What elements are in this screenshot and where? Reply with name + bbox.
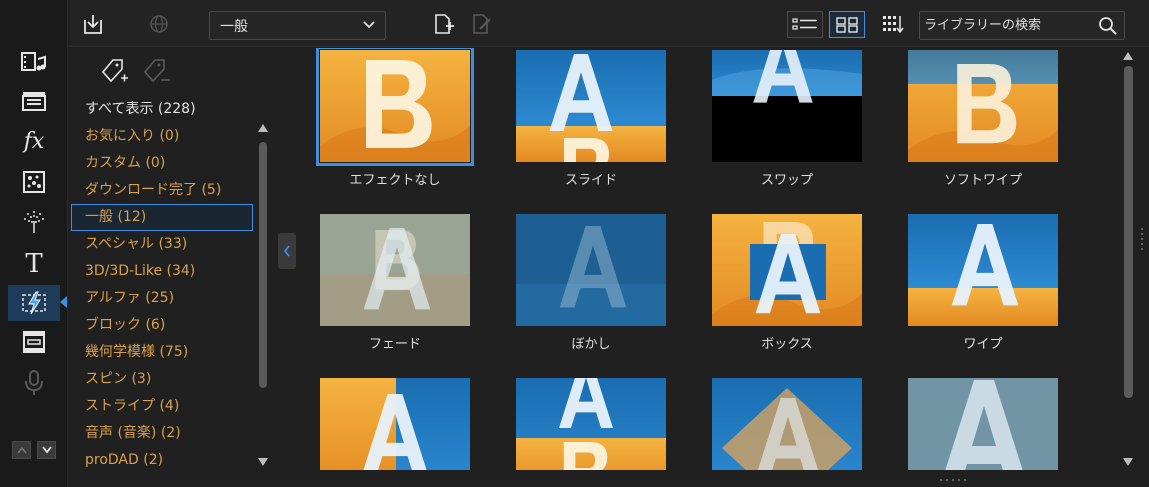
transition-icon[interactable] [8,285,60,321]
transition-label: ボックス [761,337,813,352]
transition-thumbnail [320,378,470,470]
transition-thumbnail [908,214,1058,326]
transition-thumbnail [908,378,1058,470]
scroll-up-arrow-icon[interactable] [258,124,268,132]
category-item[interactable]: 幾何学模様 (75) [71,339,253,366]
clapper-icon[interactable] [9,83,59,119]
remove-tag-icon [141,56,171,90]
title-icon[interactable]: T [9,246,59,282]
transition-thumbnail [316,48,474,166]
transition-tile[interactable] [710,376,864,470]
search-input[interactable] [920,12,1090,39]
firework-icon[interactable] [9,204,59,240]
scroll-up-arrow-icon[interactable] [1123,52,1133,60]
category-item[interactable]: アルファ (25) [71,285,253,312]
search-icon[interactable] [1098,16,1118,36]
transition-label: ソフトワイプ [943,173,1022,188]
category-select-value: 一般 [220,18,248,35]
media-room-icon[interactable] [9,44,59,80]
bottom-resize-handle[interactable] [940,478,966,482]
room-rail: fx T [0,0,68,487]
transition-thumbnail [712,50,862,162]
category-item[interactable]: スペシャル (33) [71,231,253,258]
grid-scroll-thumb[interactable] [1124,66,1133,398]
transition-tile[interactable]: フェード [318,212,472,357]
microphone-icon [9,365,59,401]
category-item[interactable]: ストライプ (4) [71,393,253,420]
transition-tile[interactable]: ソフトワイプ [906,48,1060,193]
category-item[interactable]: 音声 (音楽) (2) [71,420,253,447]
subtitle-icon[interactable] [9,324,59,360]
scroll-down-button[interactable] [37,441,56,459]
fx-icon[interactable]: fx [9,123,59,159]
list-view-icon [792,17,817,30]
category-list: すべて表示 (228) お気に入り (0) カスタム (0) ダウンロード完了 (5)… [71,96,253,474]
transition-label: ワイプ [963,337,1003,352]
category-item[interactable]: スピン (3) [71,366,253,393]
sort-icon[interactable] [881,12,905,36]
transition-label: スライド [564,173,617,188]
transition-label: フェード [368,337,421,352]
category-scroll-thumb[interactable] [259,142,267,388]
category-item[interactable]: 3D/3D-Like (34) [71,258,253,285]
resize-handle[interactable] [1140,228,1144,250]
transition-label: ぼかし [571,337,611,352]
transition-tile[interactable] [906,376,1060,470]
grid-scrollbar[interactable] [1121,48,1135,470]
transition-tile[interactable]: ワイプ [906,212,1060,357]
library-toolbar: 一般 [69,0,1149,47]
collapse-panel-button[interactable] [278,233,296,269]
list-view-button[interactable] [787,11,823,38]
category-item[interactable]: ブロック (6) [71,312,253,339]
scroll-down-arrow-icon[interactable] [1123,458,1133,466]
transition-tile[interactable]: スライド [514,48,668,193]
particle-icon[interactable] [9,164,59,200]
transition-tile[interactable]: スワップ [710,48,864,193]
library-search [919,11,1125,40]
transition-thumbnail [320,214,470,326]
transition-thumbnail [712,214,862,326]
grid-view-icon [836,16,858,33]
category-item[interactable]: ダウンロード完了 (5) [71,177,253,204]
category-item[interactable]: proDAD (2) [71,447,253,474]
transition-thumbnail [908,50,1058,162]
transition-tile[interactable] [318,376,472,470]
grid-view-button[interactable] [829,11,865,38]
import-icon[interactable] [81,12,105,36]
scroll-down-arrow-icon[interactable] [258,458,268,466]
transition-thumbnail [712,378,862,470]
transition-thumbnail [516,214,666,326]
transition-label: スワップ [760,173,813,188]
transition-tile[interactable]: ぼかし [514,212,668,357]
transition-tile[interactable]: エフェクトなし [316,48,474,193]
category-item[interactable]: 一般 (12) [71,204,253,231]
transition-grid: エフェクトなし スライド スワップ ソフトワイプ フェード ぼかし ボックス ワ… [300,48,1118,470]
transition-thumbnail [516,50,666,162]
transition-thumbnail [516,378,666,470]
category-scrollbar[interactable] [256,124,270,469]
globe-download-icon [147,12,171,36]
add-tag-icon[interactable] [99,56,129,90]
category-select[interactable]: 一般 [209,11,386,40]
active-room-indicator [60,296,67,308]
transition-tile[interactable]: ボックス [710,212,864,357]
category-panel: すべて表示 (228) お気に入り (0) カスタム (0) ダウンロード完了 (5)… [69,48,276,487]
category-item[interactable]: すべて表示 (228) [71,96,253,123]
category-item[interactable]: カスタム (0) [71,150,253,177]
chevron-left-icon [283,245,290,257]
edit-file-icon [469,12,493,36]
transition-tile[interactable] [514,376,668,470]
chevron-down-icon [363,21,375,29]
transition-label: エフェクトなし [349,173,441,188]
scroll-up-button[interactable] [12,441,31,459]
add-file-icon[interactable] [431,12,455,36]
category-item[interactable]: お気に入り (0) [71,123,253,150]
